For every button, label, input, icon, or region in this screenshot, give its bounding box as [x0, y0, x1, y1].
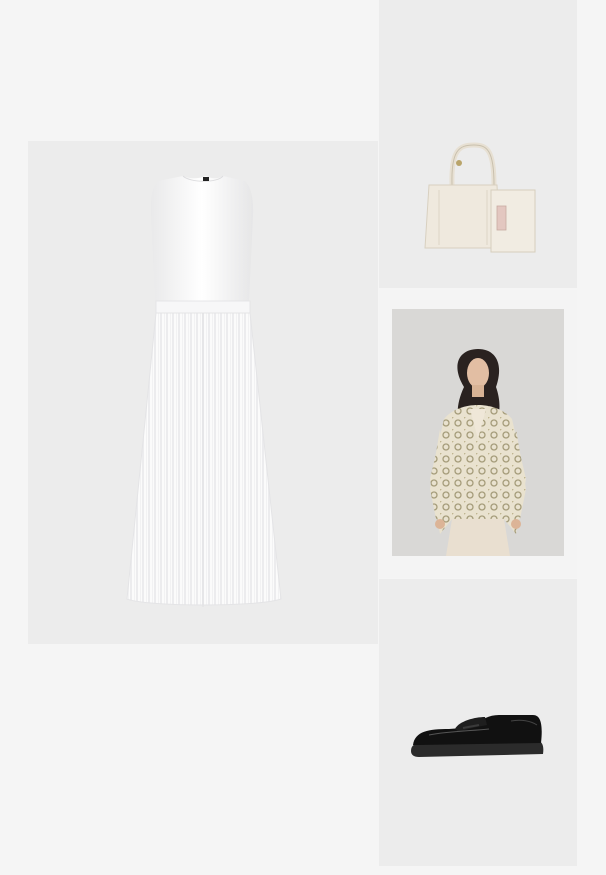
white-pleated-dress-image	[126, 175, 282, 607]
embellished-jacket-image	[430, 349, 526, 556]
black-loafer-image	[411, 715, 544, 757]
loafer-product-tile[interactable]	[379, 579, 577, 866]
jacket-product-tile[interactable]	[379, 290, 577, 578]
dress-product-tile[interactable]	[28, 141, 378, 644]
cream-handbag-image	[424, 142, 536, 253]
jacket-photo-frame	[392, 309, 564, 556]
outfit-collage	[0, 0, 606, 875]
handbag-product-tile[interactable]	[379, 0, 577, 288]
